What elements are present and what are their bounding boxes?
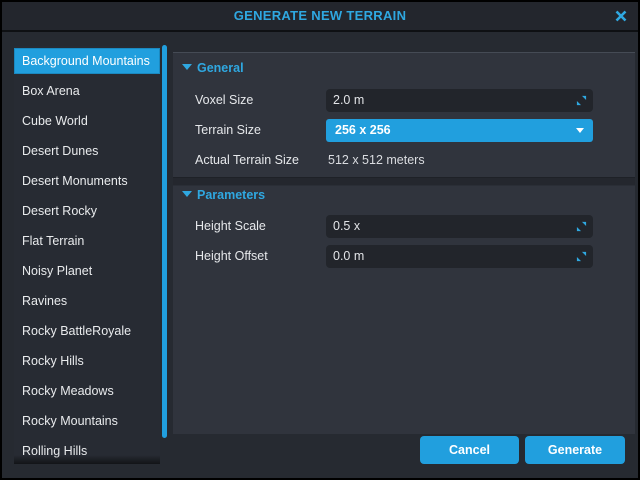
row-actual-terrain-size: Actual Terrain Size 512 x 512 meters <box>173 149 635 172</box>
properties-panel: General Voxel Size 2.0 m Terrain Size 25… <box>173 52 635 434</box>
preset-item-noisy-planet[interactable]: Noisy Planet <box>14 256 160 286</box>
preset-item-desert-dunes[interactable]: Desert Dunes <box>14 136 160 166</box>
row-height-scale: Height Scale 0.5 x <box>173 215 635 238</box>
row-terrain-size: Terrain Size 256 x 256 <box>173 119 635 142</box>
row-height-offset: Height Offset 0.0 m <box>173 245 635 268</box>
preset-item-rocky-hills[interactable]: Rocky Hills <box>14 346 160 376</box>
collapse-triangle-icon[interactable] <box>182 191 192 197</box>
terrain-size-dropdown[interactable]: 256 x 256 <box>326 119 593 142</box>
preset-item-flat-terrain[interactable]: Flat Terrain <box>14 226 160 256</box>
height-offset-label: Height Offset <box>195 245 268 268</box>
preset-item-rocky-battleroyale[interactable]: Rocky BattleRoyale <box>14 316 160 346</box>
height-offset-value: 0.0 m <box>333 245 364 268</box>
chevron-down-icon <box>576 128 584 133</box>
preset-item-cube-world[interactable]: Cube World <box>14 106 160 136</box>
terrain-size-value: 256 x 256 <box>335 119 391 142</box>
preset-item-box-arena[interactable]: Box Arena <box>14 76 160 106</box>
drag-handle-icon <box>576 221 587 232</box>
generate-button[interactable]: Generate <box>525 436 625 464</box>
drag-handle-icon <box>576 95 587 106</box>
section-header-general[interactable]: General <box>173 59 635 77</box>
voxel-size-field[interactable]: 2.0 m <box>326 89 593 112</box>
preset-item-rocky-meadows[interactable]: Rocky Meadows <box>14 376 160 406</box>
actual-terrain-size-label: Actual Terrain Size <box>195 149 299 172</box>
preset-list: Background Mountains Box Arena Cube Worl… <box>14 46 160 464</box>
cancel-button[interactable]: Cancel <box>420 436 519 464</box>
section-header-parameters[interactable]: Parameters <box>173 186 635 204</box>
preset-item-ravines[interactable]: Ravines <box>14 286 160 316</box>
preset-item-desert-monuments[interactable]: Desert Monuments <box>14 166 160 196</box>
height-scale-field[interactable]: 0.5 x <box>326 215 593 238</box>
preset-item-desert-rocky[interactable]: Desert Rocky <box>14 196 160 226</box>
preset-item-rolling-hills[interactable]: Rolling Hills <box>14 436 160 464</box>
collapse-triangle-icon[interactable] <box>182 64 192 70</box>
list-scrollbar-thumb[interactable] <box>162 45 167 438</box>
actual-terrain-size-value: 512 x 512 meters <box>328 149 425 172</box>
section-separator <box>173 177 635 186</box>
dialog-title: GENERATE NEW TERRAIN <box>2 2 638 30</box>
section-label-parameters: Parameters <box>197 186 265 204</box>
row-voxel-size: Voxel Size 2.0 m <box>173 89 635 112</box>
height-scale-label: Height Scale <box>195 215 266 238</box>
height-offset-field[interactable]: 0.0 m <box>326 245 593 268</box>
close-icon[interactable] <box>614 9 628 23</box>
list-scrollbar[interactable] <box>162 45 167 440</box>
voxel-size-value: 2.0 m <box>333 89 364 112</box>
section-label-general: General <box>197 59 244 77</box>
drag-handle-icon <box>576 251 587 262</box>
preset-item-rocky-mountains[interactable]: Rocky Mountains <box>14 406 160 436</box>
terrain-size-label: Terrain Size <box>195 119 261 142</box>
generate-new-terrain-dialog: GENERATE NEW TERRAIN Background Mountain… <box>2 2 638 478</box>
height-scale-value: 0.5 x <box>333 215 360 238</box>
voxel-size-label: Voxel Size <box>195 89 253 112</box>
preset-item-background-mountains[interactable]: Background Mountains <box>14 48 160 74</box>
titlebar: GENERATE NEW TERRAIN <box>2 2 638 32</box>
